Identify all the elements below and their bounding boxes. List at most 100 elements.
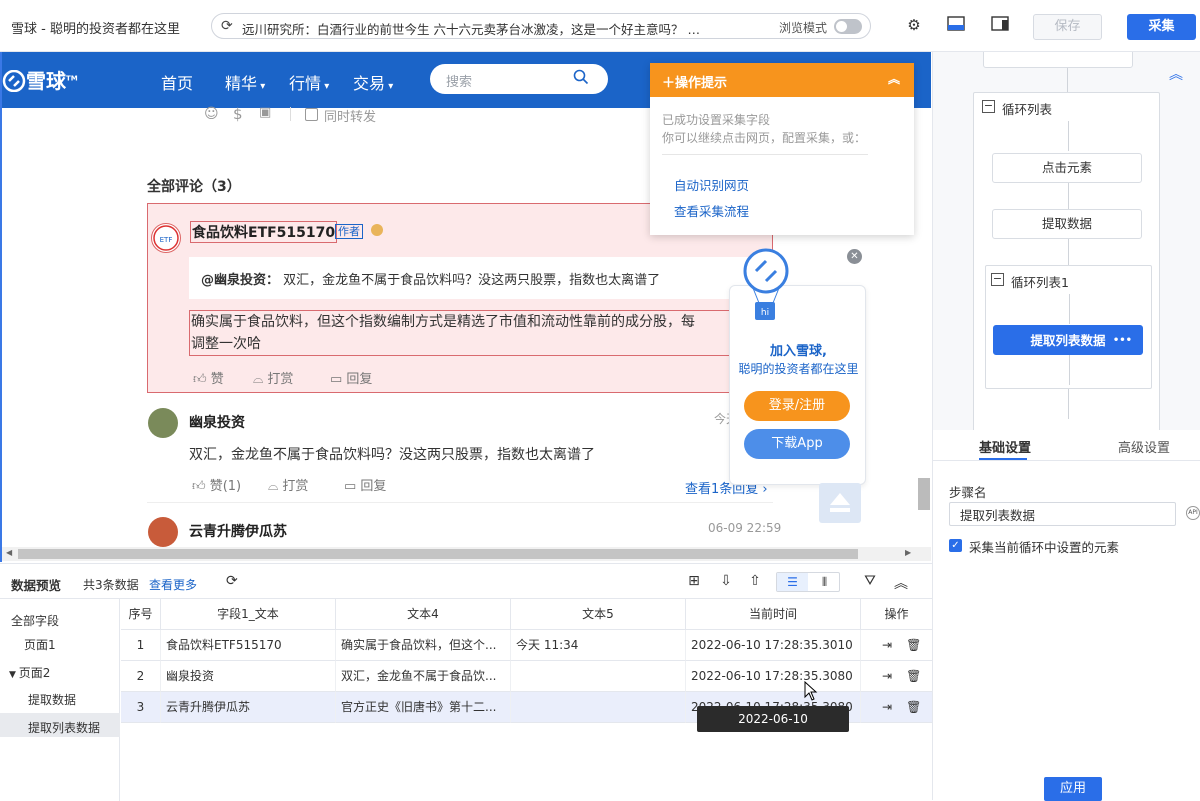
- image-icon[interactable]: ▣: [259, 105, 271, 120]
- column-header[interactable]: 字段1_文本: [161, 599, 336, 630]
- table-cell[interactable]: 2022-06-10 17:28:35.3010: [686, 630, 861, 661]
- url-text[interactable]: 远川研究所：白酒行业的前世今生 六十六元卖茅台冰激凌，这是一个好主意吗？ 有人.…: [242, 19, 712, 38]
- add-field-icon[interactable]: ⊞: [686, 573, 702, 589]
- tree-item-extract[interactable]: 提取数据: [28, 691, 76, 708]
- quote-user[interactable]: @幽泉投资：: [201, 273, 279, 288]
- flow-loop-inner[interactable]: − 循环列表1 提取列表数据 •••: [985, 265, 1152, 389]
- scroll-top-icon[interactable]: [819, 483, 861, 523]
- table-cell[interactable]: 1: [121, 630, 161, 661]
- collect-loop-checkbox[interactable]: ✓: [949, 539, 962, 552]
- save-button[interactable]: 保存: [1033, 14, 1102, 40]
- step-name-input[interactable]: [949, 502, 1176, 526]
- flow-node-top[interactable]: [983, 52, 1133, 68]
- collapse-up-icon[interactable]: ︽: [893, 573, 909, 593]
- list-view-icon[interactable]: ☰: [777, 573, 808, 591]
- tree-item-extract-list[interactable]: 提取列表数据: [28, 719, 100, 736]
- comment-author[interactable]: 云青升腾伊瓜苏: [189, 521, 287, 541]
- upload-icon[interactable]: ⇧: [747, 573, 763, 589]
- table-cell[interactable]: 2: [121, 661, 161, 692]
- layout-side-icon[interactable]: [990, 16, 1010, 36]
- search-icon[interactable]: [573, 69, 589, 89]
- table-cell[interactable]: 云青升腾伊瓜苏: [161, 692, 336, 723]
- workflow-canvas[interactable]: ︽ − 循环列表 点击元素 提取数据 − 循环列表1 提取列表数据 •••: [933, 52, 1200, 430]
- table-cell[interactable]: 今天 11:34: [511, 630, 686, 661]
- table-cell[interactable]: 2022-06-10 17:28:35.3080: [686, 661, 861, 692]
- site-logo[interactable]: 雪球TM: [2, 65, 78, 94]
- tree-item-all[interactable]: 全部字段: [11, 612, 59, 629]
- repost-checkbox[interactable]: [305, 108, 318, 121]
- table-cell[interactable]: 幽泉投资: [161, 661, 336, 692]
- column-header[interactable]: 当前时间: [686, 599, 861, 630]
- table-cell[interactable]: 官方正史《旧唐书》第十二...: [336, 692, 511, 723]
- table-cell[interactable]: [511, 692, 686, 723]
- chevron-up-icon[interactable]: ︽: [1169, 64, 1183, 84]
- avatar[interactable]: [148, 408, 178, 438]
- view-flow-link[interactable]: 查看采集流程: [674, 201, 749, 220]
- more-icon[interactable]: •••: [1113, 326, 1132, 356]
- field-link-icon[interactable]: ⇥: [882, 669, 892, 683]
- table-cell[interactable]: 确实属于食品饮料，但这个...: [336, 630, 511, 661]
- tab-advanced-settings[interactable]: 高级设置: [1118, 437, 1170, 456]
- gear-icon[interactable]: ⚙: [904, 16, 924, 36]
- filter-icon[interactable]: ⛛: [862, 573, 878, 589]
- column-header[interactable]: 文本5: [511, 599, 686, 630]
- flow-node-click[interactable]: 点击元素: [992, 153, 1142, 183]
- collapse-icon[interactable]: −: [991, 273, 1004, 286]
- trash-icon[interactable]: 🗑︎: [906, 669, 921, 683]
- horizontal-scrollbar-thumb[interactable]: [18, 549, 858, 559]
- column-header[interactable]: 文本4: [336, 599, 511, 630]
- layout-bottom-icon[interactable]: [946, 16, 966, 36]
- nav-market[interactable]: 行情 ▾: [289, 70, 329, 94]
- tree-item-page2[interactable]: ▼ 页面2: [9, 664, 50, 681]
- url-bar[interactable]: ⟳ 远川研究所：白酒行业的前世今生 六十六元卖茅台冰激凌，这是一个好主意吗？ 有…: [211, 13, 871, 39]
- api-icon[interactable]: API: [1186, 506, 1200, 520]
- column-header[interactable]: 序号: [121, 599, 161, 630]
- tips-header[interactable]: ＋操作提示 ︽: [650, 63, 914, 97]
- trash-icon[interactable]: 🗑︎: [906, 638, 921, 652]
- like-button[interactable]: 👍︎ 赞: [193, 368, 224, 387]
- flow-node-extract[interactable]: 提取数据: [992, 209, 1142, 239]
- close-icon[interactable]: ✕: [847, 249, 862, 264]
- avatar[interactable]: [148, 517, 178, 547]
- reply-button[interactable]: ▭ 回复: [344, 475, 386, 494]
- comment-author[interactable]: 幽泉投资: [189, 412, 245, 432]
- tip-button[interactable]: ⌓ 打赏: [268, 475, 308, 494]
- tip-button[interactable]: ⌓ 打赏: [253, 368, 293, 387]
- apply-button[interactable]: 应用: [1044, 777, 1102, 801]
- nav-trade[interactable]: 交易 ▾: [353, 70, 393, 94]
- flow-node-extract-list[interactable]: 提取列表数据 •••: [993, 325, 1143, 355]
- refresh-icon[interactable]: ⟳: [221, 18, 233, 34]
- auto-detect-link[interactable]: 自动识别网页: [674, 175, 749, 194]
- refresh-icon[interactable]: ⟳: [226, 573, 238, 589]
- nav-featured[interactable]: 精华 ▾: [225, 70, 265, 94]
- table-cell[interactable]: 3: [121, 692, 161, 723]
- flow-loop[interactable]: − 循环列表 点击元素 提取数据 − 循环列表1 提取列表数据 •••: [973, 92, 1160, 430]
- view-more-link[interactable]: 查看更多: [149, 576, 197, 593]
- trash-icon[interactable]: 🗑︎: [906, 700, 921, 714]
- table-cell[interactable]: 食品饮料ETF515170: [161, 630, 336, 661]
- table-cell[interactable]: 双汇，金龙鱼不属于食品饮...: [336, 661, 511, 692]
- browse-mode-toggle[interactable]: [834, 19, 862, 34]
- site-search-input[interactable]: 搜索: [430, 64, 608, 94]
- field-link-icon[interactable]: ⇥: [882, 638, 892, 652]
- tab-basic-settings[interactable]: 基础设置: [979, 437, 1031, 456]
- scroll-left-icon[interactable]: ◀: [6, 548, 12, 557]
- browser-page[interactable]: 雪球TM 首页 精华 ▾ 行情 ▾ 交易 ▾ 搜索 ☺ $ ▣ 同时转发 全部评…: [0, 52, 931, 562]
- horizontal-scrollbar[interactable]: ◀ ▶: [2, 547, 931, 561]
- table-cell[interactable]: [511, 661, 686, 692]
- download-app-button[interactable]: 下载App: [744, 429, 850, 459]
- login-register-button[interactable]: 登录/注册: [744, 391, 850, 421]
- collapse-icon[interactable]: −: [982, 100, 995, 113]
- reply-button[interactable]: ▭ 回复: [330, 368, 372, 387]
- dollar-icon[interactable]: $: [233, 105, 243, 123]
- nav-home[interactable]: 首页: [161, 70, 193, 94]
- field-link-icon[interactable]: ⇥: [882, 700, 892, 714]
- column-view-icon[interactable]: ⫴: [809, 573, 840, 591]
- vertical-scrollbar[interactable]: [918, 478, 930, 510]
- avatar[interactable]: ETF: [151, 223, 181, 253]
- scroll-right-icon[interactable]: ▶: [905, 548, 911, 557]
- tree-item-page1[interactable]: 页面1: [24, 636, 56, 653]
- like-button[interactable]: 👍︎ 赞(1): [192, 475, 241, 494]
- emoji-icon[interactable]: ☺: [204, 106, 219, 122]
- chevron-up-icon[interactable]: ︽: [888, 70, 900, 87]
